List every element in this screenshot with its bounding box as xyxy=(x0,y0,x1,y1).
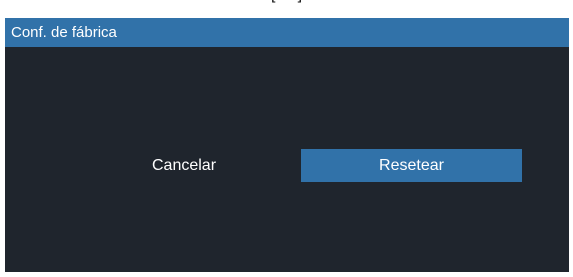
top-cropped-text: [ ... ] xyxy=(0,0,573,4)
reset-button[interactable]: Resetear xyxy=(301,149,522,182)
cancel-button[interactable]: Cancelar xyxy=(79,149,289,182)
dialog-title-bar: Conf. de fábrica xyxy=(5,18,569,47)
top-cropped-strip: [ ... ] xyxy=(0,0,573,6)
factory-reset-dialog: Conf. de fábrica Cancelar Resetear xyxy=(5,18,569,272)
dialog-title: Conf. de fábrica xyxy=(11,24,117,41)
